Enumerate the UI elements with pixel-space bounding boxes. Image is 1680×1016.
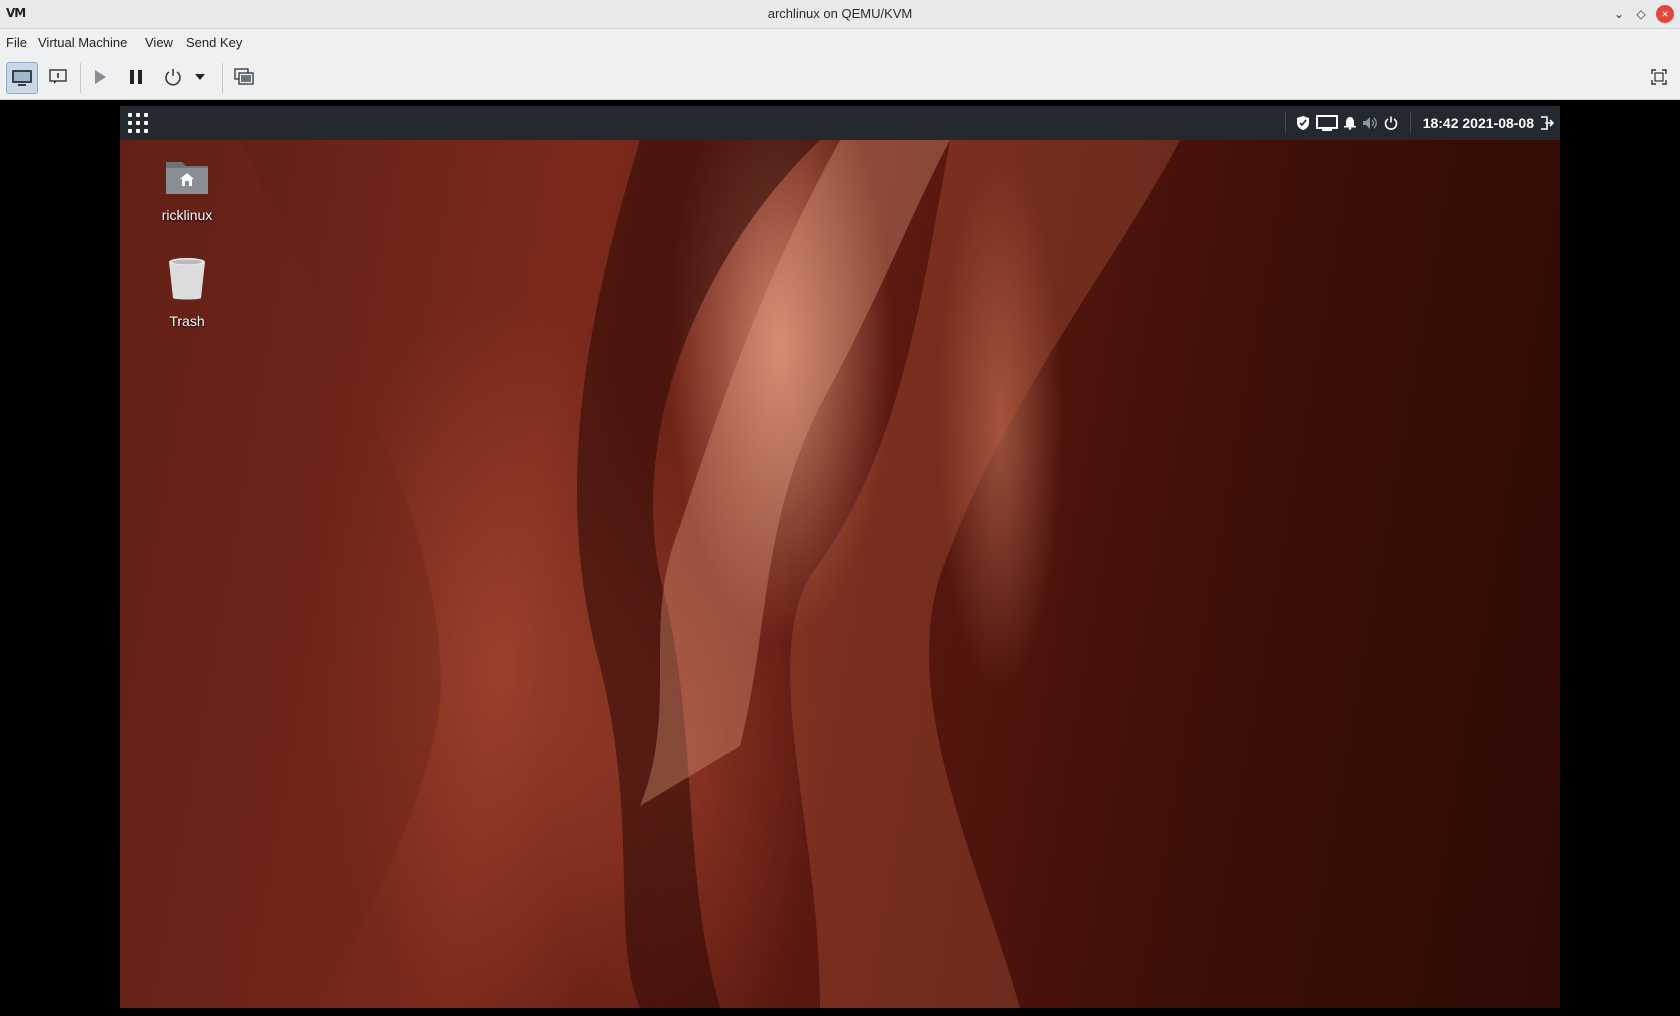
- toolbar: [0, 57, 1680, 100]
- logout-icon[interactable]: [1540, 116, 1554, 130]
- minimize-button[interactable]: ⌄: [1610, 5, 1628, 23]
- app-launcher-icon[interactable]: [128, 113, 148, 133]
- toolbar-divider: [222, 63, 223, 93]
- toolbar-divider: [80, 63, 81, 93]
- trash-icon: [169, 258, 205, 300]
- details-view-button[interactable]: [43, 62, 73, 92]
- fullscreen-icon: [1651, 69, 1667, 85]
- shutdown-menu-button[interactable]: [190, 62, 210, 92]
- system-tray: 18:42 2021-08-08: [1284, 106, 1560, 140]
- wallpaper: [120, 140, 1180, 1008]
- desktop-icon-trash[interactable]: Trash: [139, 256, 235, 329]
- bell-icon[interactable]: [1343, 116, 1356, 130]
- play-icon: [95, 70, 106, 84]
- close-icon: ×: [1656, 5, 1674, 23]
- desktop-icon-label: Trash: [169, 313, 205, 329]
- power-icon[interactable]: [1384, 116, 1398, 130]
- run-button[interactable]: [85, 62, 115, 92]
- snapshots-icon: [234, 68, 254, 85]
- chevron-down-icon: ⌄: [1613, 7, 1625, 21]
- monitor-icon[interactable]: [1315, 115, 1338, 131]
- shutdown-button[interactable]: [158, 62, 188, 92]
- menubar: File Virtual Machine View Send Key: [0, 29, 1680, 57]
- menu-send-key[interactable]: Send Key: [186, 35, 242, 50]
- fullscreen-button[interactable]: [1644, 62, 1674, 92]
- chevron-down-icon: [195, 74, 205, 80]
- menu-view[interactable]: View: [145, 35, 173, 50]
- console-view-button[interactable]: [6, 62, 38, 94]
- vm-display[interactable]: 18:42 2021-08-08 ricklinux Trash: [120, 106, 1560, 1008]
- home-folder-icon: [166, 162, 208, 194]
- maximize-button[interactable]: ◇: [1632, 5, 1650, 23]
- shield-icon[interactable]: [1296, 115, 1310, 131]
- desktop-icon-home[interactable]: ricklinux: [139, 156, 235, 223]
- pause-icon: [130, 70, 142, 84]
- desktop-icon-label: ricklinux: [161, 207, 213, 223]
- close-button[interactable]: ×: [1656, 5, 1674, 23]
- snapshots-button[interactable]: [229, 62, 259, 92]
- diamond-icon: ◇: [1636, 7, 1646, 21]
- menu-file[interactable]: File: [6, 35, 27, 50]
- window-titlebar: VM archlinux on QEMU/KVM ⌄ ◇ ×: [0, 0, 1680, 29]
- volume-icon[interactable]: [1362, 116, 1378, 130]
- window-title: archlinux on QEMU/KVM: [767, 6, 913, 21]
- info-icon: [49, 69, 67, 84]
- pause-button[interactable]: [121, 62, 151, 92]
- clock[interactable]: 18:42 2021-08-08: [1411, 115, 1540, 131]
- menu-virtual-machine[interactable]: Virtual Machine: [38, 35, 127, 50]
- guest-top-panel: 18:42 2021-08-08: [120, 106, 1560, 140]
- monitor-icon: [12, 70, 32, 86]
- power-icon: [165, 69, 181, 86]
